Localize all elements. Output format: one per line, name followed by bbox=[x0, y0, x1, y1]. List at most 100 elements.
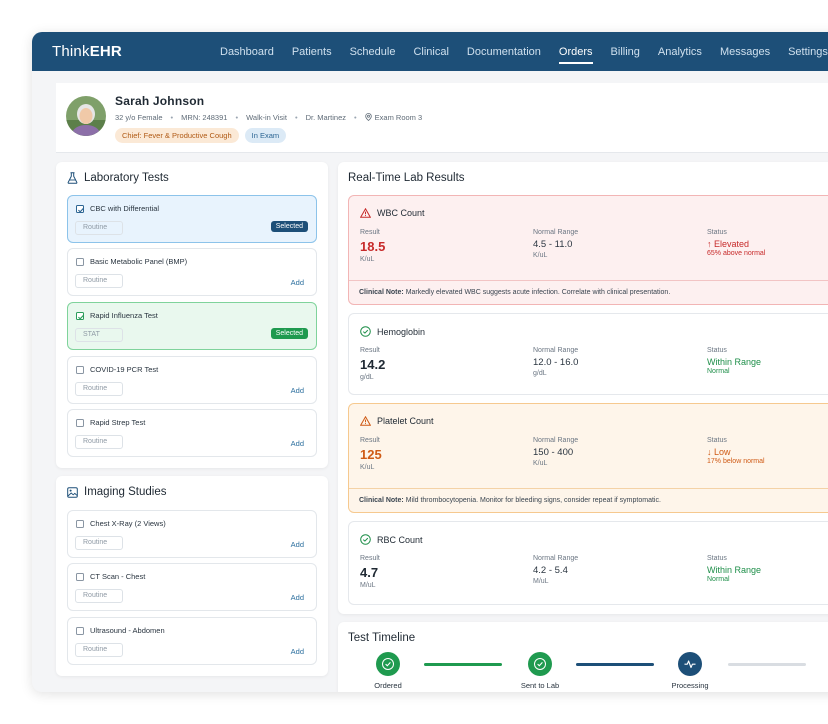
lab-test-influenza[interactable]: Rapid Influenza Test STAT Selected bbox=[67, 302, 317, 350]
priority-select[interactable]: Routine bbox=[75, 382, 123, 396]
result-value-col: Result 18.5 K/uL bbox=[360, 229, 386, 263]
nav-dashboard[interactable]: Dashboard bbox=[220, 46, 274, 58]
add-test-button[interactable]: Add bbox=[291, 439, 304, 448]
result-unit: g/dL bbox=[360, 374, 374, 381]
checkbox-checked[interactable] bbox=[76, 205, 85, 213]
patient-avatar bbox=[66, 96, 106, 136]
imaging-test-ultrasound[interactable]: Ultrasound - Abdomen Routine Add bbox=[67, 617, 317, 665]
add-test-button[interactable]: Add bbox=[291, 593, 304, 602]
test-name: CBC with Differential bbox=[90, 204, 160, 213]
priority-select[interactable]: Routine bbox=[75, 221, 123, 235]
checkbox[interactable] bbox=[76, 520, 84, 528]
nav-billing[interactable]: Billing bbox=[611, 46, 640, 58]
nav-orders[interactable]: Orders bbox=[558, 46, 593, 64]
result-status: ↑ Elevated bbox=[707, 239, 750, 249]
status-col: Status ↑ Elevated 65% above normal bbox=[707, 229, 766, 257]
priority-select[interactable]: STAT bbox=[75, 328, 123, 342]
timeline-connector bbox=[424, 663, 502, 666]
add-test-button[interactable]: Add bbox=[291, 540, 304, 549]
result-unit: K/uL bbox=[360, 256, 375, 263]
checkbox[interactable] bbox=[76, 627, 84, 635]
lab-test-strep[interactable]: Rapid Strep Test Routine Add bbox=[67, 409, 317, 457]
add-test-button[interactable]: Add bbox=[291, 386, 304, 395]
test-name: Rapid Influenza Test bbox=[90, 311, 158, 320]
patient-age-sex: 32 y/o Female bbox=[115, 113, 163, 122]
patient-mrn: MRN: 248391 bbox=[181, 113, 228, 122]
imaging-studies-panel: Imaging Studies Chest X-Ray (2 Views) Ro… bbox=[56, 476, 328, 676]
test-name: Basic Metabolic Panel (BMP) bbox=[90, 257, 188, 266]
check-circle-icon bbox=[376, 652, 400, 676]
lab-test-cbc[interactable]: CBC with Differential Routine Selected bbox=[67, 195, 317, 243]
add-test-button[interactable]: Add bbox=[291, 647, 304, 656]
result-card-platelet[interactable]: Platelet Count Result 125 K/uL Normal Ra… bbox=[348, 403, 828, 513]
patient-badges: Chief: Fever & Productive Cough In Exam bbox=[115, 128, 292, 143]
lab-test-bmp[interactable]: Basic Metabolic Panel (BMP) Routine Add bbox=[67, 248, 317, 296]
range-unit: K/uL bbox=[533, 460, 548, 467]
normal-range-col: Normal Range 150 - 400 K/uL bbox=[533, 437, 579, 467]
priority-select[interactable]: Routine bbox=[75, 643, 123, 657]
priority-select[interactable]: Routine bbox=[75, 589, 123, 603]
normal-range: 150 - 400 bbox=[533, 447, 574, 458]
checkbox[interactable] bbox=[76, 258, 84, 266]
test-name: COVID-19 PCR Test bbox=[90, 365, 159, 374]
result-card-wbc[interactable]: WBC Count Result 18.5 K/uL Normal Range … bbox=[348, 195, 828, 305]
result-status: Within Range bbox=[707, 565, 762, 575]
result-name: Platelet Count bbox=[360, 416, 434, 426]
result-status: ↓ Low bbox=[707, 447, 731, 457]
result-value-col: Result 14.2 g/dL bbox=[360, 347, 386, 381]
laboratory-tests-panel: Laboratory Tests CBC with Differential R… bbox=[56, 162, 328, 468]
status-col: Status Within Range Normal bbox=[707, 555, 762, 583]
test-timeline-panel: Test Timeline Ordered Sent to Lab Proces… bbox=[338, 622, 828, 692]
nav-clinical[interactable]: Clinical bbox=[413, 46, 448, 58]
add-test-button[interactable]: Add bbox=[291, 278, 304, 287]
checkbox-checked[interactable] bbox=[76, 312, 85, 320]
normal-range-col: Normal Range 4.5 - 11.0 K/uL bbox=[533, 229, 579, 259]
result-card-rbc[interactable]: RBC Count Result 4.7 M/uL Normal Range 4… bbox=[348, 521, 828, 605]
result-value: 125 bbox=[360, 447, 382, 462]
app-logo[interactable]: ThinkEHR bbox=[52, 43, 122, 60]
laboratory-tests-title: Laboratory Tests bbox=[67, 172, 169, 184]
app-window: ThinkEHR Dashboard Patients Schedule Cli… bbox=[32, 32, 828, 692]
warning-icon bbox=[360, 416, 371, 426]
normal-range: 12.0 - 16.0 bbox=[533, 357, 579, 368]
checkbox[interactable] bbox=[76, 573, 84, 581]
nav-schedule[interactable]: Schedule bbox=[350, 46, 396, 58]
result-status-detail: 65% above normal bbox=[707, 250, 766, 257]
timeline-connector bbox=[728, 663, 806, 666]
result-value: 4.7 bbox=[360, 565, 379, 580]
imaging-test-chest-xray[interactable]: Chest X-Ray (2 Views) Routine Add bbox=[67, 510, 317, 558]
normal-range: 4.2 - 5.4 bbox=[533, 565, 568, 576]
range-unit: M/uL bbox=[533, 578, 549, 585]
nav-documentation[interactable]: Documentation bbox=[467, 46, 541, 58]
range-unit: g/dL bbox=[533, 370, 547, 377]
nav-patients[interactable]: Patients bbox=[292, 46, 332, 58]
clinical-note: Clinical Note: Markedly elevated WBC sug… bbox=[349, 280, 828, 304]
priority-select[interactable]: Routine bbox=[75, 274, 123, 288]
selected-button[interactable]: Selected bbox=[270, 328, 308, 339]
timeline-step-ordered: Ordered bbox=[358, 652, 418, 690]
result-card-hemoglobin[interactable]: Hemoglobin Result 14.2 g/dL Normal Range… bbox=[348, 313, 828, 395]
range-unit: K/uL bbox=[533, 252, 548, 259]
test-name: Ultrasound - Abdomen bbox=[90, 626, 165, 635]
result-name: RBC Count bbox=[360, 534, 423, 545]
nav-analytics[interactable]: Analytics bbox=[658, 46, 702, 58]
status-badge: In Exam bbox=[244, 128, 287, 143]
result-status-detail: Normal bbox=[707, 576, 730, 583]
nav-settings[interactable]: Settings bbox=[788, 46, 828, 58]
imaging-test-ct-chest[interactable]: CT Scan - Chest Routine Add bbox=[67, 563, 317, 611]
patient-meta: 32 y/o Female • MRN: 248391 • Walk-in Vi… bbox=[115, 113, 423, 122]
timeline-step-sent: Sent to Lab bbox=[510, 652, 570, 690]
nav-messages[interactable]: Messages bbox=[720, 46, 770, 58]
selected-button[interactable]: Selected bbox=[270, 221, 308, 232]
checkbox[interactable] bbox=[76, 366, 84, 374]
image-icon bbox=[67, 486, 78, 498]
test-timeline-title: Test Timeline bbox=[348, 632, 416, 644]
priority-select[interactable]: Routine bbox=[75, 435, 123, 449]
checkbox[interactable] bbox=[76, 419, 84, 427]
result-value: 14.2 bbox=[360, 357, 386, 372]
result-status: Within Range bbox=[707, 357, 762, 367]
normal-range-col: Normal Range 4.2 - 5.4 M/uL bbox=[533, 555, 579, 585]
test-name: Rapid Strep Test bbox=[90, 418, 146, 427]
priority-select[interactable]: Routine bbox=[75, 536, 123, 550]
lab-test-covid[interactable]: COVID-19 PCR Test Routine Add bbox=[67, 356, 317, 404]
